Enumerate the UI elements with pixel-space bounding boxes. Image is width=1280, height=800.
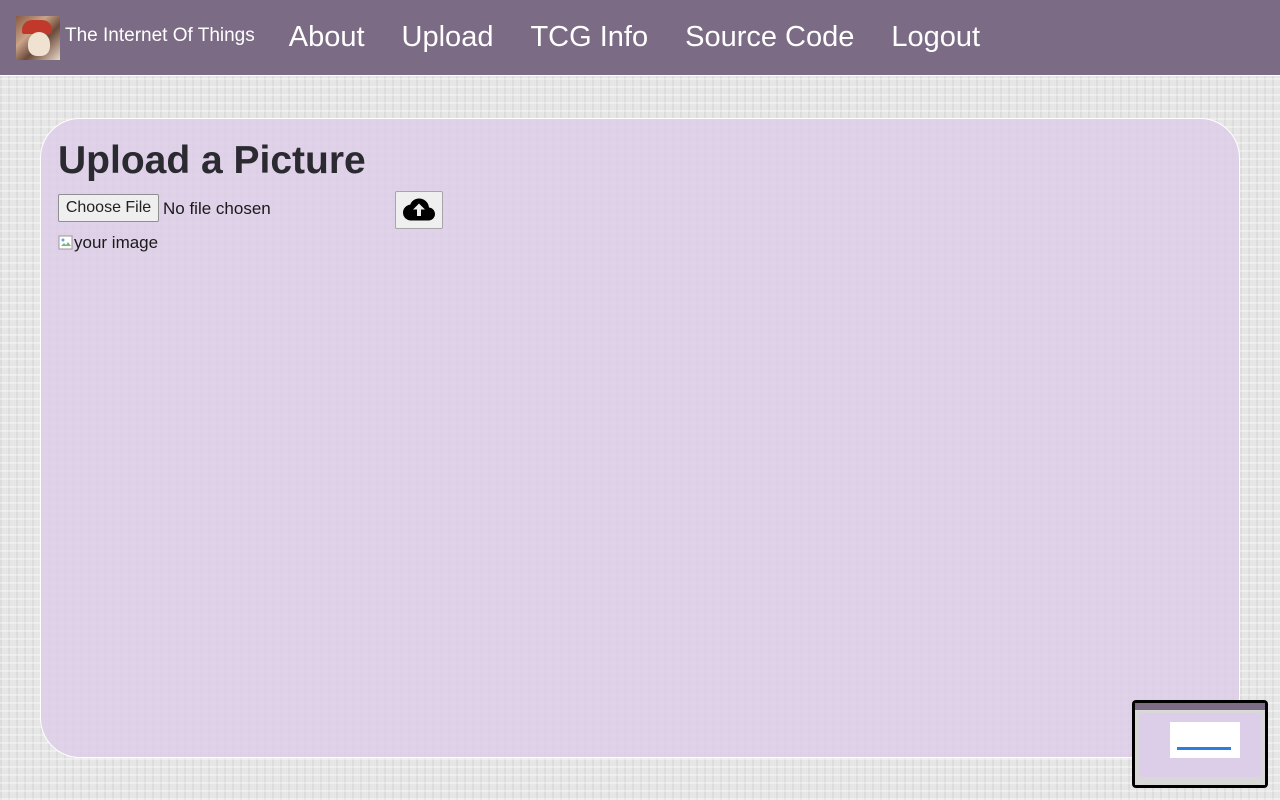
file-status-text: No file chosen <box>163 199 271 218</box>
upload-button[interactable] <box>395 191 443 229</box>
brand-name: The Internet Of Things <box>65 24 255 46</box>
cloud-upload-icon <box>403 198 435 221</box>
screenshot-thumbnail[interactable] <box>1132 700 1268 788</box>
page-title: Upload a Picture <box>58 139 366 182</box>
brand-logo <box>16 15 60 60</box>
brand-link[interactable]: The Internet Of Things <box>16 15 255 60</box>
preview-image: your image <box>58 233 158 253</box>
nav-link-about[interactable]: About <box>289 23 365 52</box>
choose-file-button[interactable]: Choose File <box>58 194 159 222</box>
broken-image-icon <box>58 235 73 250</box>
image-alt-text: your image <box>74 233 159 252</box>
nav-link-upload[interactable]: Upload <box>402 23 494 52</box>
navbar: The Internet Of Things About Upload TCG … <box>0 0 1280 76</box>
nav-link-tcg-info[interactable]: TCG Info <box>530 23 648 52</box>
upload-card: Upload a Picture Choose File No file cho… <box>40 118 1240 758</box>
nav-link-source-code[interactable]: Source Code <box>685 23 854 52</box>
nav-link-logout[interactable]: Logout <box>891 23 980 52</box>
